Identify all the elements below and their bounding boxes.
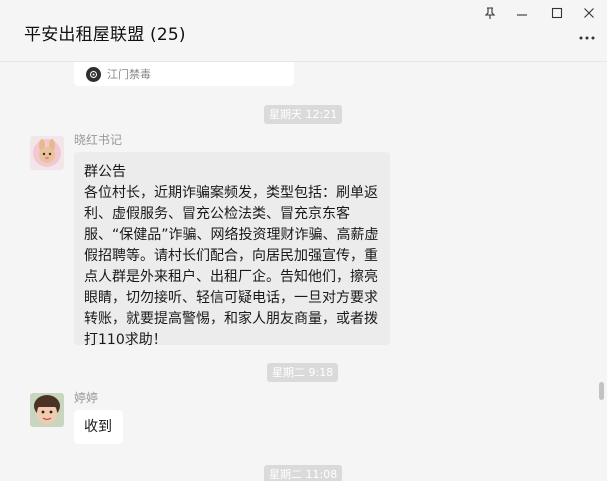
announcement-body: 各位村长，近期诈骗案频发，类型包括：刷单返利、虚假服务、冒充公检法类、冒充京东客… — [84, 185, 379, 348]
time-badge: 星期天 12:21 — [264, 105, 343, 124]
title-bar: 平安出租屋联盟 (25) — [0, 0, 607, 62]
close-icon[interactable] — [578, 4, 600, 22]
sender-name: 婷婷 — [74, 391, 99, 405]
maximize-icon[interactable] — [546, 4, 568, 22]
chat-window: 平安出租屋联盟 (25) 江门禁毒 星期天 12:21 晓红书记 群公告 各位村… — [0, 0, 607, 481]
minimize-icon[interactable] — [511, 4, 533, 22]
avatar-tingting[interactable] — [30, 393, 64, 427]
announcement-title: 群公告 — [84, 164, 126, 180]
time-badge: 星期二 9:18 — [267, 363, 339, 382]
announcement-bubble[interactable]: 群公告 各位村长，近期诈骗案频发，类型包括：刷单返利、虚假服务、冒充公检法类、冒… — [74, 152, 390, 348]
message-bubble[interactable]: 收到 — [74, 410, 123, 444]
card-source: 江门禁毒 — [86, 66, 151, 82]
chat-title[interactable]: 平安出租屋联盟 (25) — [24, 20, 186, 45]
more-icon[interactable] — [577, 28, 597, 48]
card-source-name: 江门禁毒 — [107, 68, 151, 81]
pin-icon[interactable] — [479, 4, 501, 22]
official-account-icon — [86, 66, 101, 82]
avatar-xiaohong[interactable] — [30, 136, 64, 170]
time-badge: 星期二 11:08 — [264, 465, 343, 481]
sender-name: 晓红书记 — [74, 133, 123, 147]
scrollbar[interactable] — [597, 62, 607, 481]
scrollbar-thumb[interactable] — [599, 382, 604, 400]
message-list[interactable]: 江门禁毒 星期天 12:21 晓红书记 群公告 各位村长，近期诈骗案频发，类型包… — [0, 62, 607, 481]
